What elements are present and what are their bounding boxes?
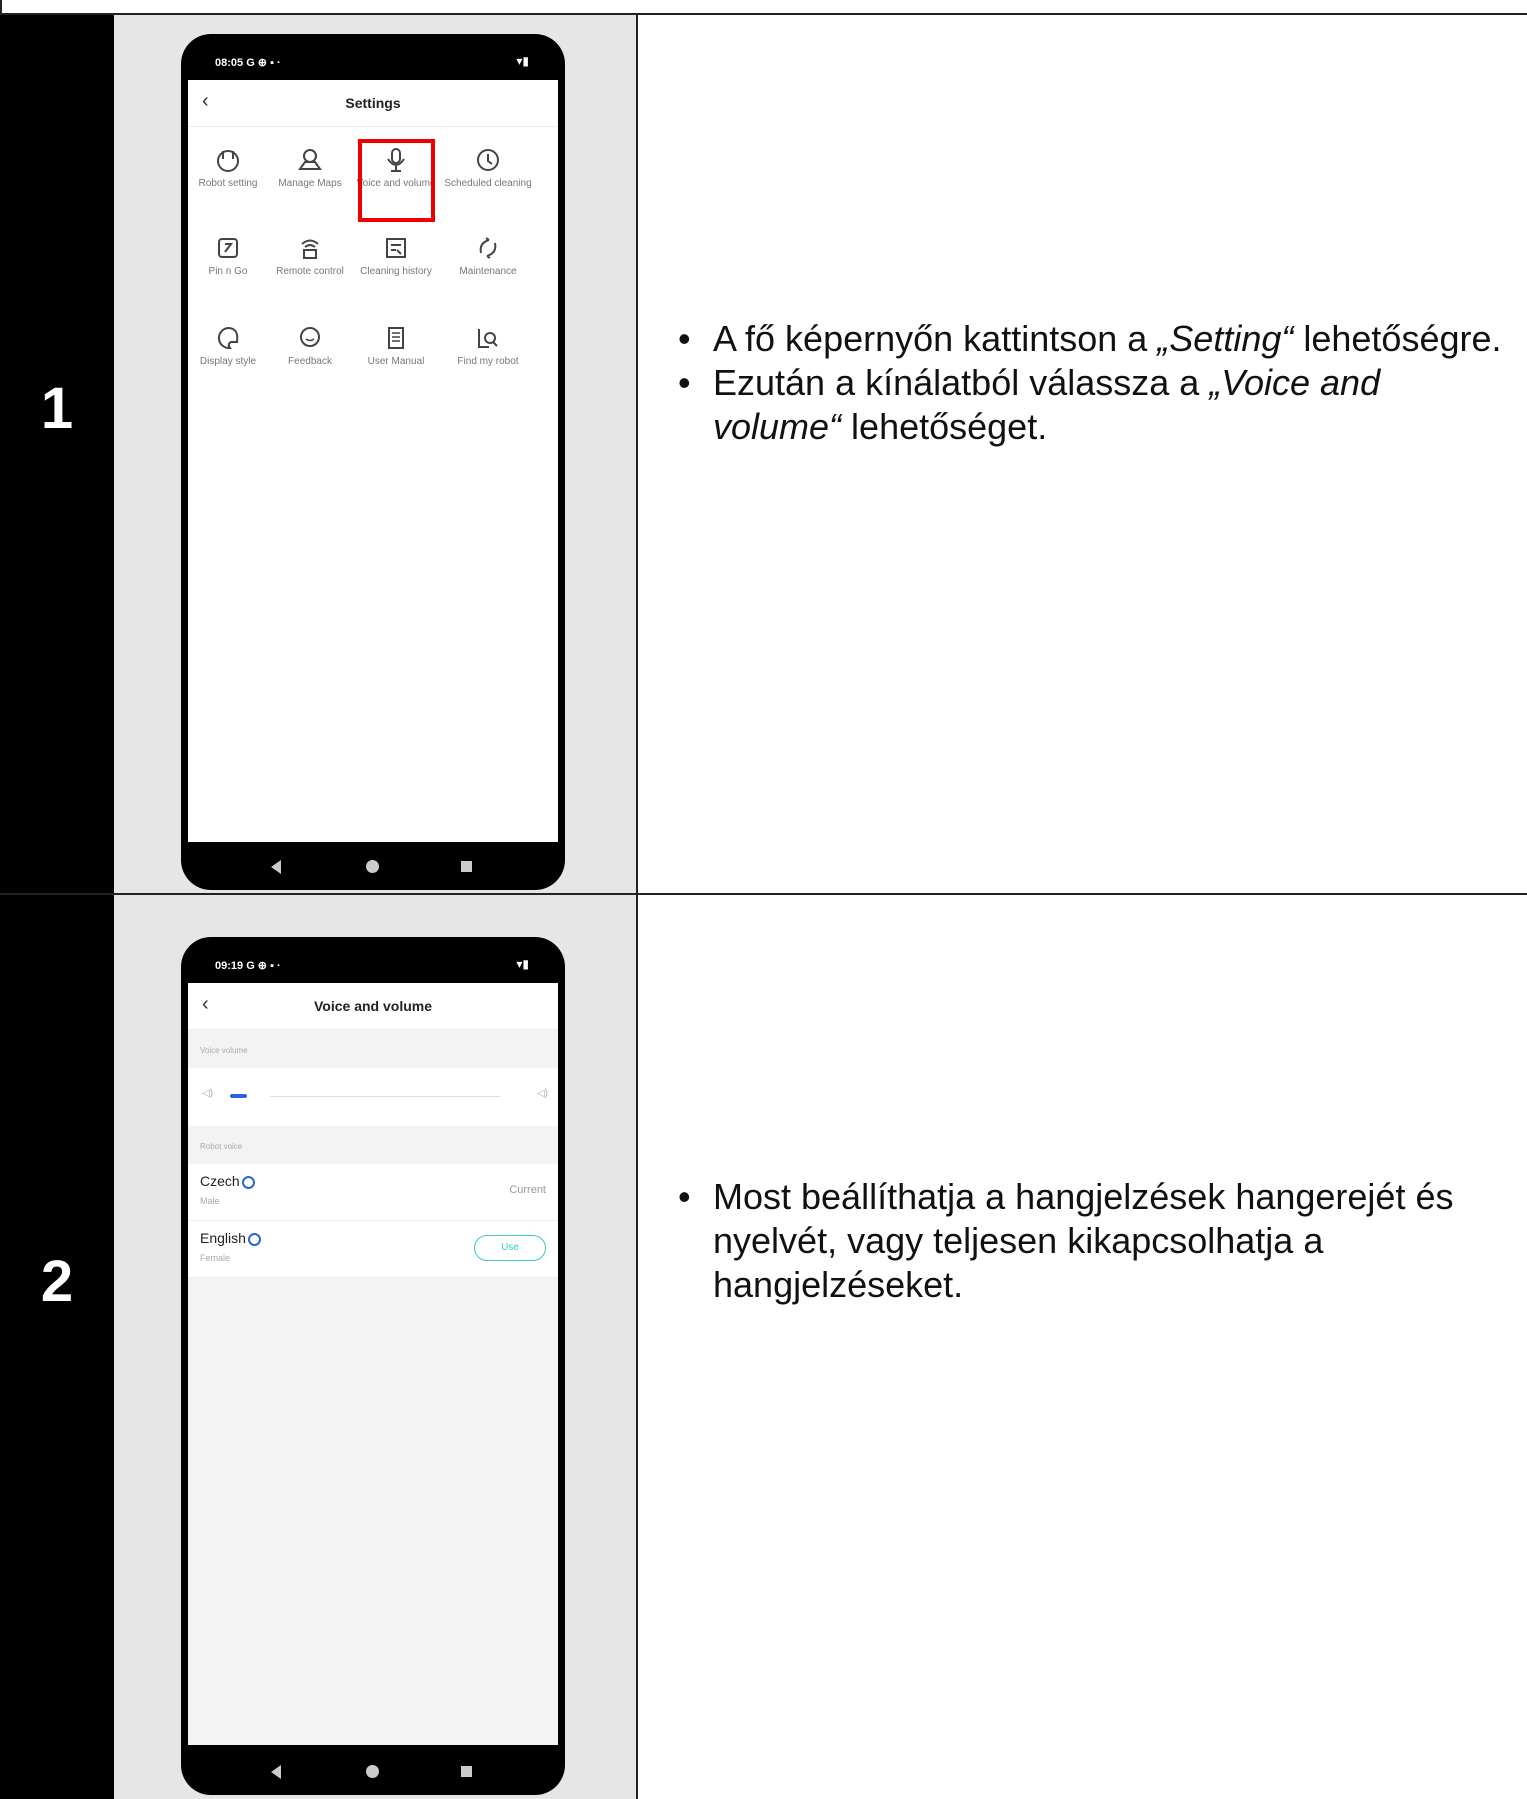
step-number-cell: 2 bbox=[0, 895, 114, 1799]
remote-icon bbox=[301, 239, 319, 259]
status-icons: ▾▮ bbox=[516, 54, 529, 68]
grid-item-maintenance[interactable]: Maintenance bbox=[438, 230, 538, 278]
phone-mockup: 08:05 G ⊕ ▪ · ▾▮ ‹ Settings Robot settin… bbox=[181, 34, 565, 890]
language-row-czech[interactable]: Czech Male Current bbox=[188, 1164, 558, 1221]
maintenance-icon bbox=[479, 237, 497, 259]
highlight-box bbox=[358, 139, 435, 222]
language-current-status: Current bbox=[509, 1184, 546, 1196]
nav-home-icon[interactable] bbox=[366, 860, 379, 873]
android-nav-bar bbox=[181, 1747, 565, 1795]
instruction-list: Most beállíthatja a hangjelzések hangere… bbox=[678, 1175, 1488, 1307]
language-name: English bbox=[200, 1230, 261, 1246]
grid-item-label: Display style bbox=[199, 356, 257, 367]
step-number: 1 bbox=[40, 376, 74, 441]
volume-slider[interactable]: ◁) ◁) bbox=[188, 1068, 558, 1126]
volume-low-icon: ◁) bbox=[202, 1088, 214, 1099]
status-icons: ▾▮ bbox=[516, 957, 529, 971]
instruction-item: A fő képernyőn kattintson a „Setting“ le… bbox=[678, 317, 1518, 361]
grid-item-label: User Manual bbox=[367, 356, 425, 367]
grid-item-pin-n-go[interactable]: Pin n Go bbox=[188, 230, 268, 278]
palette-icon bbox=[218, 326, 239, 350]
phone-screen: ‹ Voice and volume Voice volume ◁) ◁) Ro… bbox=[188, 983, 558, 1745]
grid-item-label: Remote control bbox=[276, 266, 344, 277]
grid-item-label: Cleaning history bbox=[360, 266, 432, 277]
volume-slider-track[interactable] bbox=[270, 1096, 500, 1097]
screenshot-cell: 08:05 G ⊕ ▪ · ▾▮ ‹ Settings Robot settin… bbox=[114, 15, 638, 893]
nav-home-icon[interactable] bbox=[366, 1765, 379, 1778]
status-time: 09:19 G ⊕ ▪ · bbox=[215, 960, 281, 972]
grid-item-scheduled-cleaning[interactable]: Scheduled cleaning bbox=[438, 142, 538, 190]
language-voice-gender: Female bbox=[200, 1253, 231, 1263]
app-header: ‹ Settings bbox=[188, 80, 558, 127]
volume-slider-fill[interactable] bbox=[230, 1094, 247, 1098]
grid-item-user-manual[interactable]: User Manual bbox=[356, 320, 436, 368]
instruction-cell: A fő képernyőn kattintson a „Setting“ le… bbox=[638, 15, 1527, 893]
status-time: 08:05 G ⊕ ▪ · bbox=[215, 57, 281, 69]
grid-item-label: Pin n Go bbox=[208, 266, 248, 277]
grid-item-manage-maps[interactable]: Manage Maps bbox=[270, 142, 350, 190]
nav-recent-icon[interactable] bbox=[461, 861, 472, 872]
nav-back-icon[interactable] bbox=[271, 860, 281, 874]
table-top-border bbox=[0, 0, 1527, 15]
history-icon bbox=[386, 238, 406, 258]
volume-section-label: Voice volume bbox=[188, 1030, 558, 1068]
grid-item-remote-control[interactable]: Remote control bbox=[270, 230, 350, 278]
grid-item-label: Robot setting bbox=[198, 178, 258, 189]
instruction-cell: Most beállíthatja a hangjelzések hangere… bbox=[638, 895, 1527, 1799]
voice-section-label: Robot voice bbox=[188, 1126, 558, 1164]
grid-item-label: Scheduled cleaning bbox=[444, 178, 532, 189]
grid-item-robot-setting[interactable]: Robot setting bbox=[188, 142, 272, 190]
manual-icon bbox=[388, 327, 404, 349]
phone-screen: ‹ Settings Robot setting Manage Maps Voi… bbox=[188, 80, 558, 842]
app-title: Settings bbox=[345, 95, 401, 111]
app-title: Voice and volume bbox=[314, 998, 432, 1014]
chat-icon bbox=[300, 327, 320, 347]
language-name: Czech bbox=[200, 1173, 255, 1189]
language-voice-gender: Male bbox=[200, 1196, 220, 1206]
info-icon[interactable] bbox=[241, 1175, 255, 1189]
step-number: 2 bbox=[40, 1249, 74, 1314]
grid-item-label: Maintenance bbox=[459, 266, 517, 277]
grid-item-label: Manage Maps bbox=[278, 178, 342, 189]
language-row-english[interactable]: English Female Use bbox=[188, 1221, 558, 1278]
volume-high-icon: ◁) bbox=[536, 1088, 548, 1099]
grid-item-feedback[interactable]: Feedback bbox=[270, 320, 350, 368]
step-row-1: 1 08:05 G ⊕ ▪ · ▾▮ ‹ Settings Robot sett… bbox=[0, 15, 1527, 895]
map-icon bbox=[298, 149, 322, 170]
find-icon bbox=[478, 329, 498, 348]
robot-icon bbox=[217, 150, 239, 172]
screenshot-cell: 09:19 G ⊕ ▪ · ▾▮ ‹ Voice and volume Voic… bbox=[114, 895, 638, 1799]
clock-icon bbox=[477, 149, 499, 171]
app-header: ‹ Voice and volume bbox=[188, 983, 558, 1030]
android-nav-bar bbox=[181, 842, 565, 890]
instruction-item: Ezután a kínálatból válassza a „Voice an… bbox=[678, 361, 1433, 449]
pin-icon bbox=[218, 238, 238, 258]
use-button[interactable]: Use bbox=[474, 1235, 546, 1261]
instruction-item: Most beállíthatja a hangjelzések hangere… bbox=[678, 1175, 1488, 1307]
grid-item-cleaning-history[interactable]: Cleaning history bbox=[356, 230, 436, 278]
grid-item-label: Find my robot bbox=[457, 356, 519, 367]
info-icon[interactable] bbox=[247, 1232, 261, 1246]
instruction-list: A fő képernyőn kattintson a „Setting“ le… bbox=[678, 317, 1518, 449]
grid-item-display-style[interactable]: Display style bbox=[188, 320, 268, 368]
grid-item-label: Feedback bbox=[288, 356, 332, 367]
phone-mockup: 09:19 G ⊕ ▪ · ▾▮ ‹ Voice and volume Voic… bbox=[181, 937, 565, 1795]
step-number-cell: 1 bbox=[0, 15, 114, 893]
step-row-2: 2 09:19 G ⊕ ▪ · ▾▮ ‹ Voice and volume Vo… bbox=[0, 895, 1527, 1799]
grid-item-find-my-robot[interactable]: Find my robot bbox=[438, 320, 538, 368]
nav-recent-icon[interactable] bbox=[461, 1766, 472, 1777]
nav-back-icon[interactable] bbox=[271, 1765, 281, 1779]
